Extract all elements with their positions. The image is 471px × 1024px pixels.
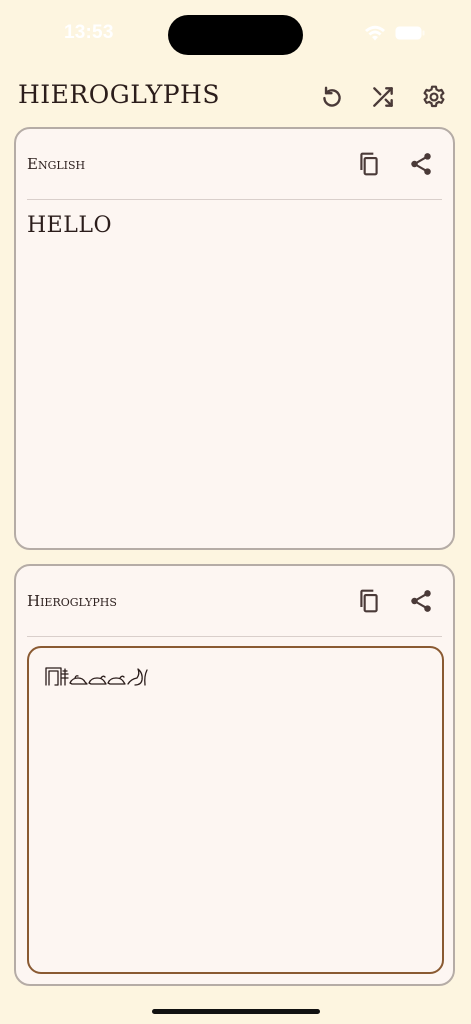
gear-icon — [423, 85, 445, 108]
wifi-icon — [365, 25, 385, 41]
status-bar: 13:53 — [0, 0, 471, 56]
hieroglyphs-card: Hieroglyphs — [14, 564, 455, 986]
share-button[interactable] — [406, 586, 436, 616]
reset-button[interactable] — [317, 82, 347, 112]
copy-button[interactable] — [354, 586, 384, 616]
home-indicator — [152, 1009, 320, 1014]
share-icon — [411, 590, 431, 612]
shuffle-button[interactable] — [368, 82, 398, 112]
hieroglyphs-label: Hieroglyphs — [27, 592, 117, 610]
dynamic-island — [168, 15, 303, 55]
page-title: HIEROGLYPHS — [18, 80, 220, 109]
app-header: HIEROGLYPHS — [0, 72, 471, 120]
english-label: English — [27, 155, 86, 173]
copy-icon — [360, 152, 378, 176]
undo-icon — [323, 86, 341, 107]
battery-icon — [395, 26, 425, 40]
hieroglyphs-output[interactable] — [27, 646, 444, 974]
english-card: English HELLO — [14, 127, 455, 550]
english-input[interactable]: HELLO — [27, 213, 427, 238]
hieroglyph-sequence — [45, 667, 148, 686]
settings-button[interactable] — [419, 82, 449, 112]
shuffle-icon — [373, 87, 393, 107]
share-icon — [411, 153, 431, 175]
copy-button[interactable] — [354, 149, 384, 179]
share-button[interactable] — [406, 149, 436, 179]
status-time: 13:53 — [64, 22, 114, 43]
copy-icon — [360, 589, 378, 613]
divider — [27, 636, 442, 637]
divider — [27, 199, 442, 200]
